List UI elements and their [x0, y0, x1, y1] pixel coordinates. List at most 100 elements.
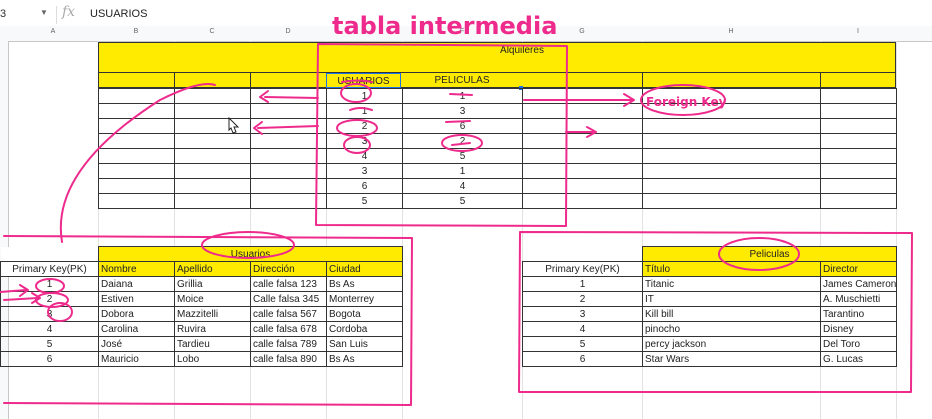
usuarios-pk-cell[interactable]: 5 — [0, 336, 99, 352]
usuarios-header-ciudad[interactable]: Ciudad — [325, 261, 404, 277]
alquileres-usuario-cell[interactable]: 1 — [326, 88, 403, 104]
alquileres-pelicula-cell[interactable]: 6 — [402, 118, 523, 134]
usuarios-header-direccion[interactable]: Dirección — [250, 261, 327, 277]
usuarios-ciudad-cell[interactable]: Bs As — [325, 351, 404, 367]
usuarios-apellido-cell[interactable]: Mazzitelli — [174, 306, 251, 322]
alquileres-usuario-cell[interactable]: 3 — [326, 133, 403, 149]
usuarios-pk-cell[interactable]: 4 — [0, 321, 99, 337]
peliculas-titulo-cell[interactable]: pinocho — [642, 321, 821, 337]
usuarios-nombre-cell[interactable]: Daiana — [98, 276, 175, 292]
usuarios-nombre-cell[interactable]: Mauricio — [98, 351, 175, 367]
usuarios-direccion-cell[interactable]: calle falsa 890 — [250, 351, 327, 367]
usuarios-ciudad-cell[interactable]: Bs As — [325, 276, 404, 292]
usuarios-header-apellido[interactable]: Apellido — [174, 261, 251, 277]
peliculas-director-cell[interactable]: Tarantino — [820, 306, 897, 322]
peliculas-pk-cell[interactable]: 2 — [522, 291, 643, 307]
usuarios-ciudad-cell[interactable]: Cordoba — [325, 321, 404, 337]
usuarios-pk-cell[interactable]: 6 — [0, 351, 99, 367]
peliculas-titulo-cell[interactable]: Titanic — [642, 276, 821, 292]
peliculas-titulo-cell[interactable]: percy jackson — [642, 336, 821, 352]
column-header-h[interactable]: H — [642, 28, 820, 35]
peliculas-director-cell[interactable]: James Cameron — [820, 276, 897, 292]
usuarios-pk-cell[interactable]: 2 — [0, 291, 99, 307]
peliculas-header-pk[interactable]: Primary Key(PK) — [522, 261, 643, 277]
usuarios-ciudad-cell[interactable]: Bogota — [325, 306, 404, 322]
usuarios-header-nombre[interactable]: Nombre — [98, 261, 175, 277]
alquileres-usuario-cell[interactable]: 2 — [326, 118, 403, 134]
divider — [250, 72, 251, 88]
peliculas-pk-cell[interactable]: 5 — [522, 336, 643, 352]
peliculas-pk-cell[interactable]: 1 — [522, 276, 643, 292]
peliculas-titulo-cell[interactable]: IT — [642, 291, 821, 307]
peliculas-director-cell[interactable]: Disney — [820, 321, 897, 337]
formula-input[interactable]: USUARIOS — [90, 8, 147, 20]
table-title-row: Usuarios — [0, 246, 404, 262]
usuarios-apellido-cell[interactable]: Ruvira — [174, 321, 251, 337]
table-row: 13 — [98, 103, 897, 119]
usuarios-pk-cell[interactable]: 3 — [0, 306, 99, 322]
table-row: 2 Estiven Moice Calle falsa 345 Monterrey — [0, 291, 404, 307]
table-row: 31 — [98, 163, 897, 179]
alquileres-pelicula-cell[interactable]: 1 — [402, 88, 523, 104]
alquileres-header-peliculas[interactable]: PELICULAS — [402, 73, 522, 88]
usuarios-direccion-cell[interactable]: calle falsa 678 — [250, 321, 327, 337]
column-header-d[interactable]: D — [250, 28, 326, 35]
peliculas-titulo-cell[interactable]: Kill bill — [642, 306, 821, 322]
usuarios-title: Usuarios — [97, 246, 404, 262]
alquileres-pelicula-cell[interactable]: 5 — [402, 193, 523, 209]
usuarios-ciudad-cell[interactable]: San Luis — [325, 336, 404, 352]
usuarios-apellido-cell[interactable]: Grillia — [174, 276, 251, 292]
alquileres-usuario-cell[interactable]: 6 — [326, 178, 403, 194]
column-header-b[interactable]: B — [98, 28, 174, 35]
usuarios-apellido-cell[interactable]: Lobo — [174, 351, 251, 367]
table-row: 3 Kill bill Tarantino — [522, 306, 897, 322]
alquileres-header-usuarios[interactable]: USUARIOS — [326, 73, 401, 88]
alquileres-pelicula-cell[interactable]: 4 — [402, 178, 523, 194]
peliculas-pk-cell[interactable]: 3 — [522, 306, 643, 322]
peliculas-header-director[interactable]: Director — [820, 261, 897, 277]
peliculas-titulo-cell[interactable]: Star Wars — [642, 351, 821, 367]
alquileres-pelicula-cell[interactable]: 2 — [402, 133, 523, 149]
usuarios-header-pk[interactable]: Primary Key(PK) — [0, 261, 99, 277]
column-header-c[interactable]: C — [174, 28, 250, 35]
alquileres-usuario-cell[interactable]: 1 — [326, 103, 403, 119]
usuarios-direccion-cell[interactable]: calle falsa 567 — [250, 306, 327, 322]
annotation-foreign-key: Foreign Key — [646, 95, 727, 109]
table-header-row: Primary Key(PK) Título Director — [522, 261, 897, 277]
alquileres-usuario-cell[interactable]: 5 — [326, 193, 403, 209]
chevron-down-icon[interactable]: ▼ — [40, 8, 48, 17]
column-header-i[interactable]: I — [820, 28, 896, 35]
name-box[interactable]: 3 ▼ — [0, 8, 48, 22]
peliculas-director-cell[interactable]: Del Toro — [820, 336, 897, 352]
table-row: 3 Dobora Mazzitelli calle falsa 567 Bogota — [0, 306, 404, 322]
alquileres-pelicula-cell[interactable]: 3 — [402, 103, 523, 119]
table-row: 64 — [98, 178, 897, 194]
usuarios-apellido-cell[interactable]: Tardieu — [174, 336, 251, 352]
usuarios-nombre-cell[interactable]: Dobora — [98, 306, 175, 322]
peliculas-director-cell[interactable]: G. Lucas — [820, 351, 897, 367]
usuarios-nombre-cell[interactable]: Carolina — [98, 321, 175, 337]
usuarios-apellido-cell[interactable]: Moice — [174, 291, 251, 307]
column-header-a[interactable]: A — [8, 28, 98, 35]
peliculas-pk-cell[interactable]: 6 — [522, 351, 643, 367]
table-row: 5 percy jackson Del Toro — [522, 336, 897, 352]
table-row: 2 IT A. Muschietti — [522, 291, 897, 307]
usuarios-direccion-cell[interactable]: calle falsa 789 — [250, 336, 327, 352]
alquileres-usuario-cell[interactable]: 3 — [326, 163, 403, 179]
peliculas-header-titulo[interactable]: Título — [642, 261, 821, 277]
alquileres-pelicula-cell[interactable]: 5 — [402, 148, 523, 164]
usuarios-direccion-cell[interactable]: calle falsa 123 — [250, 276, 327, 292]
table-row: 6 Mauricio Lobo calle falsa 890 Bs As — [0, 351, 404, 367]
table-row: 4 Carolina Ruvira calle falsa 678 Cordoba — [0, 321, 404, 337]
peliculas-pk-cell[interactable]: 4 — [522, 321, 643, 337]
usuarios-direccion-cell[interactable]: Calle falsa 345 — [250, 291, 327, 307]
usuarios-pk-cell[interactable]: 1 — [0, 276, 99, 292]
usuarios-nombre-cell[interactable]: Estiven — [98, 291, 175, 307]
peliculas-director-cell[interactable]: A. Muschietti — [820, 291, 897, 307]
alquileres-pelicula-cell[interactable]: 1 — [402, 163, 523, 179]
usuarios-nombre-cell[interactable]: José — [98, 336, 175, 352]
table-row: 1 Titanic James Cameron — [522, 276, 897, 292]
alquileres-usuario-cell[interactable]: 4 — [326, 148, 403, 164]
table-row: 6 Star Wars G. Lucas — [522, 351, 897, 367]
usuarios-ciudad-cell[interactable]: Monterrey — [325, 291, 404, 307]
